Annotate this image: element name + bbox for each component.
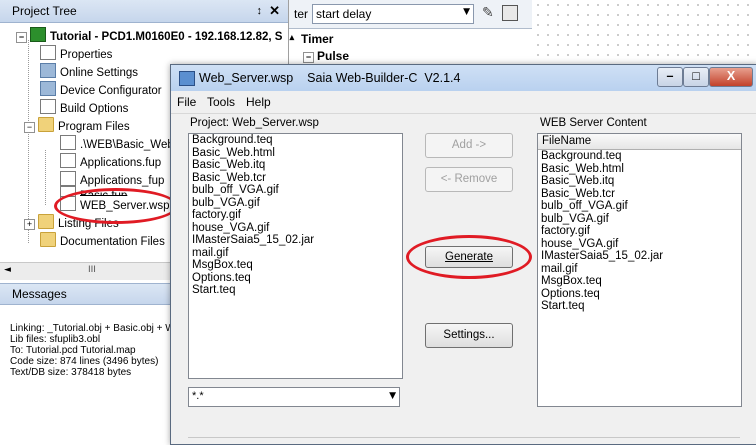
filter-value: start delay: [316, 7, 372, 21]
project-tree-header: Project Tree ↕ ✕: [0, 0, 288, 23]
file-filter-value: *.*: [192, 390, 204, 402]
pin-icon[interactable]: ↕: [257, 0, 263, 22]
window-title: Web_Server.wsp Saia Web-Builder-C V2.1.4: [199, 71, 461, 85]
list-item[interactable]: bulb_off_VGA.gif: [189, 184, 402, 197]
tree-item-build-options[interactable]: Build Options: [40, 99, 128, 117]
project-label: Project: Web_Server.wsp: [190, 117, 319, 129]
highlight-ellipse: [54, 188, 178, 224]
folder-icon: [38, 117, 54, 132]
chevron-down-icon[interactable]: ▼: [389, 391, 396, 401]
pcd-device-icon: [30, 27, 46, 42]
minimize-button[interactable]: –: [657, 67, 683, 87]
scroll-left-icon[interactable]: ◄: [4, 265, 11, 275]
folder-icon: [38, 214, 54, 229]
menu-bar: File Tools Help: [171, 91, 756, 114]
list-item[interactable]: factory.gif: [189, 209, 402, 222]
collapse-icon[interactable]: −: [16, 32, 27, 43]
fupla-file-icon: [60, 171, 76, 186]
online-settings-icon: [40, 63, 56, 78]
list-item[interactable]: Start.teq: [189, 284, 402, 297]
list-item[interactable]: mail.gif: [189, 247, 402, 260]
settings-button[interactable]: Settings...: [425, 323, 513, 348]
list-item[interactable]: Basic_Web.tcr: [189, 172, 402, 185]
list-item[interactable]: Basic_Web.itq: [538, 175, 741, 188]
tree-item-program-files[interactable]: − Program Files: [24, 117, 130, 135]
properties-icon[interactable]: [502, 5, 518, 21]
filter-toolbar: ter start delay ▼ ✎: [288, 0, 532, 29]
list-item[interactable]: Background.teq: [538, 150, 741, 163]
list-item[interactable]: MsgBox.teq: [189, 259, 402, 272]
maximize-button[interactable]: □: [683, 67, 709, 87]
chevron-down-icon[interactable]: ▼: [463, 7, 470, 17]
web-server-content-list[interactable]: FileName Background.teq Basic_Web.html B…: [537, 133, 742, 407]
fupla-file-icon: [60, 153, 76, 168]
list-item[interactable]: Basic_Web.tcr: [538, 188, 741, 201]
list-item[interactable]: factory.gif: [538, 225, 741, 238]
tree-guide: [28, 40, 29, 243]
web-builder-window: Web_Server.wsp Saia Web-Builder-C V2.1.4…: [170, 64, 756, 445]
timer-label: Timer: [301, 32, 334, 46]
list-item[interactable]: mail.gif: [538, 263, 741, 276]
tree-item-documentation-files[interactable]: Documentation Files: [40, 232, 165, 250]
list-item[interactable]: Basic_Web.html: [538, 163, 741, 176]
status-divider: [188, 437, 740, 438]
list-item[interactable]: house_VGA.gif: [538, 238, 741, 251]
expand-icon[interactable]: +: [24, 219, 35, 230]
filter-prefix: ter: [294, 7, 309, 21]
web-server-content-label: WEB Server Content: [540, 117, 647, 129]
list-item[interactable]: Options.teq: [538, 288, 741, 301]
file-icon: [60, 135, 76, 150]
menu-file[interactable]: File: [177, 91, 196, 113]
list-item[interactable]: bulb_VGA.gif: [538, 213, 741, 226]
messages-title: Messages: [12, 287, 67, 301]
tree-item-file[interactable]: Applications.fup: [60, 153, 161, 171]
list-item[interactable]: Options.teq: [189, 272, 402, 285]
menu-tools[interactable]: Tools: [207, 91, 235, 113]
window-titlebar[interactable]: Web_Server.wsp Saia Web-Builder-C V2.1.4…: [171, 65, 756, 91]
remove-button[interactable]: <- Remove: [425, 167, 513, 192]
list-item[interactable]: Background.teq: [189, 134, 402, 147]
tree-root[interactable]: − Tutorial - PCD1.M0160E0 - 192.168.12.82…: [16, 27, 294, 45]
scroll-thumb-grip[interactable]: III: [88, 265, 96, 275]
build-options-icon: [40, 99, 56, 114]
close-button[interactable]: X: [709, 67, 753, 87]
fupla-grid: [533, 0, 756, 70]
list-item[interactable]: IMasterSaia5_15_02.jar: [189, 234, 402, 247]
scroll-up-icon[interactable]: ▴: [290, 32, 295, 42]
tree-item-online-settings[interactable]: Online Settings: [40, 63, 138, 81]
pulse-item[interactable]: − Pulse: [303, 49, 349, 63]
app-icon: [179, 71, 195, 86]
list-item[interactable]: Start.teq: [538, 300, 741, 313]
list-item[interactable]: MsgBox.teq: [538, 275, 741, 288]
project-files-list[interactable]: Background.teq Basic_Web.html Basic_Web.…: [188, 133, 403, 379]
list-item[interactable]: IMasterSaia5_15_02.jar: [538, 250, 741, 263]
filter-combo[interactable]: start delay ▼: [312, 4, 474, 24]
pen-icon[interactable]: ✎: [482, 5, 494, 21]
tree-item-file[interactable]: .\WEB\Basic_Web.p: [60, 135, 183, 153]
add-button[interactable]: Add ->: [425, 133, 513, 158]
list-item[interactable]: bulb_off_VGA.gif: [538, 200, 741, 213]
filename-column-header[interactable]: FileName: [538, 134, 741, 150]
file-filter-combo[interactable]: *.* ▼: [188, 387, 400, 407]
highlight-ellipse: [406, 235, 532, 279]
close-icon[interactable]: ✕: [269, 0, 280, 22]
list-item[interactable]: Basic_Web.itq: [189, 159, 402, 172]
list-item[interactable]: Basic_Web.html: [189, 147, 402, 160]
list-item[interactable]: bulb_VGA.gif: [189, 197, 402, 210]
menu-help[interactable]: Help: [246, 91, 271, 113]
collapse-icon[interactable]: −: [303, 52, 314, 63]
list-item[interactable]: house_VGA.gif: [189, 222, 402, 235]
tree-item-device-configurator[interactable]: Device Configurator: [40, 81, 162, 99]
tree-item-properties[interactable]: Properties: [40, 45, 112, 63]
tree-guide: [45, 150, 46, 205]
properties-icon: [40, 45, 56, 60]
folder-icon: [40, 232, 56, 247]
device-configurator-icon: [40, 81, 56, 96]
collapse-icon[interactable]: −: [24, 122, 35, 133]
project-tree-title: Project Tree: [12, 4, 77, 18]
